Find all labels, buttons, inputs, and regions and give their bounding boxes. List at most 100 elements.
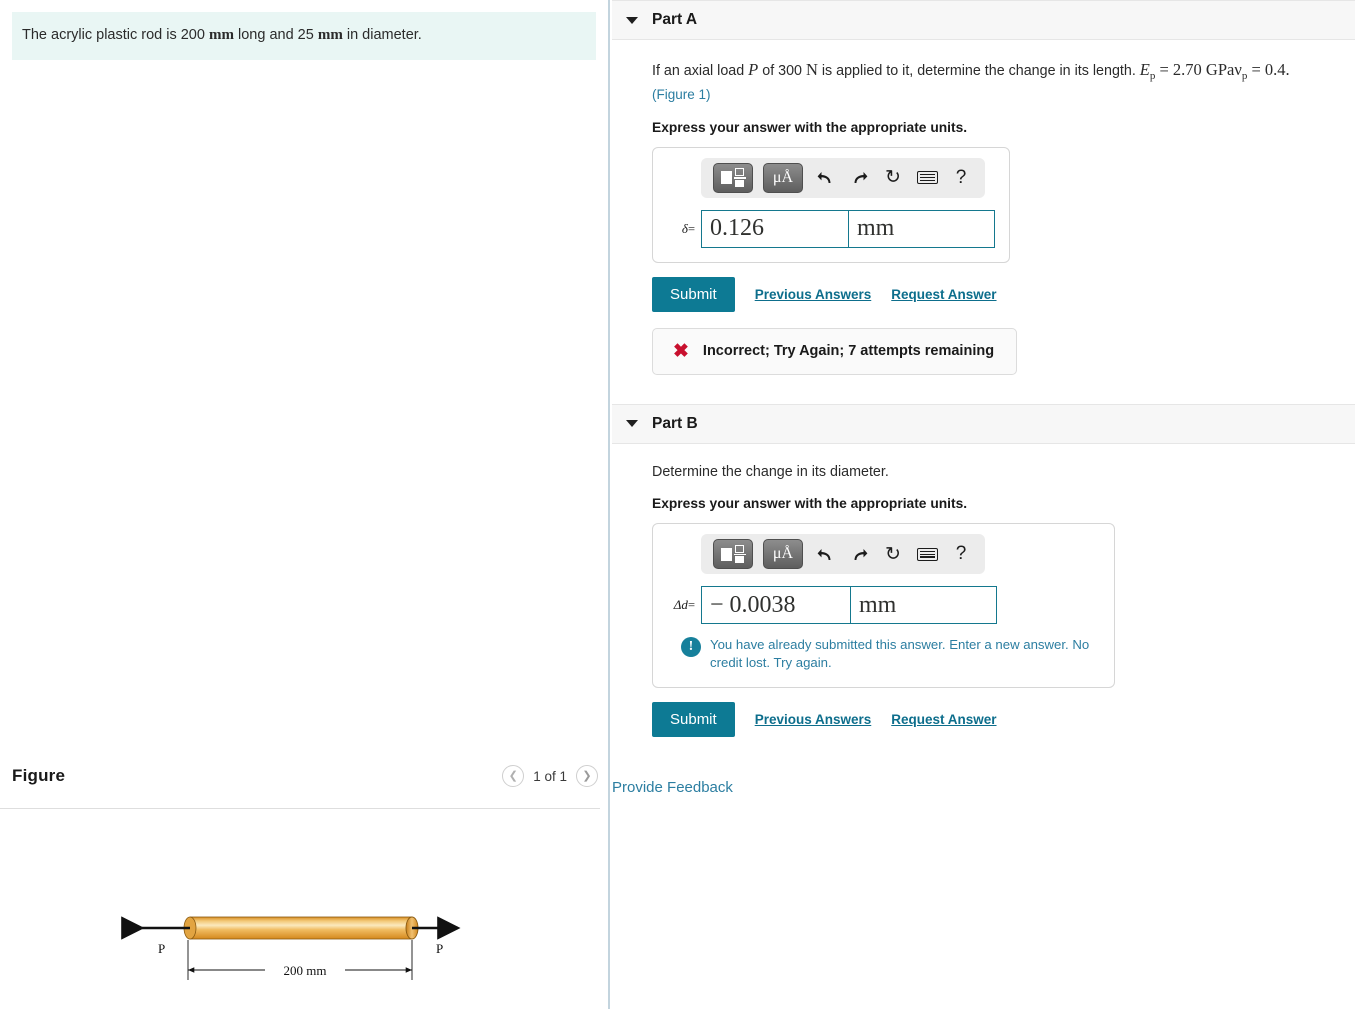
part-b-resubmit-note: ! You have already submitted this answer… <box>667 636 1100 672</box>
part-a-answer-input[interactable]: 0.126 <box>701 209 849 248</box>
part-b-submit-button[interactable]: Submit <box>652 701 735 737</box>
figure-navigation: ❮ 1 of 1 ❯ <box>502 765 598 787</box>
figure-1-link[interactable]: (Figure 1) <box>652 87 711 102</box>
undo-button[interactable] <box>813 541 837 567</box>
intro-text-part2: long and 25 <box>233 27 318 43</box>
part-b-previous-answers-link[interactable]: Previous Answers <box>755 712 872 727</box>
help-button[interactable]: ? <box>949 165 973 191</box>
units-button[interactable]: μÅ <box>763 539 803 570</box>
note-line-1: You have already submitted this answer. … <box>710 637 1069 653</box>
figure-prev-button[interactable]: ❮ <box>502 765 525 787</box>
part-a-math-toolbar: μÅ ↻ ? <box>701 157 985 198</box>
part-a-previous-answers-link[interactable]: Previous Answers <box>755 287 872 302</box>
intro-text-part1: The acrylic plastic rod is 200 <box>22 27 209 43</box>
part-a-express-instruction: Express your answer with the appropriate… <box>652 119 968 135</box>
redo-button[interactable] <box>847 165 871 191</box>
keyboard-button[interactable] <box>915 541 939 567</box>
left-panel: The acrylic plastic rod is 200 mm long a… <box>0 0 610 1009</box>
part-a-answer-box: μÅ ↻ ? δ= 0.126 mm <box>652 146 1010 263</box>
part-b-answer-symbol: Δd <box>673 597 688 613</box>
fraction-template-icon <box>720 544 746 564</box>
symbol-E: E <box>1139 60 1150 79</box>
figure-counter: 1 of 1 <box>533 768 567 784</box>
refresh-icon: ↻ <box>885 543 901 565</box>
redo-button[interactable] <box>847 541 871 567</box>
collapse-caret-icon[interactable] <box>626 16 638 24</box>
part-b-answer-label: Δd= <box>667 597 695 613</box>
undo-arrow-icon <box>817 172 830 184</box>
question-text-mid: of 300 <box>758 63 806 79</box>
part-a-body: If an axial load P of 300 N is applied t… <box>612 40 1355 375</box>
math-template-button[interactable] <box>713 539 753 570</box>
part-a-question: If an axial load P of 300 N is applied t… <box>652 58 1342 106</box>
unit-N: N <box>805 60 818 79</box>
problem-page: The acrylic plastic rod is 200 mm long a… <box>0 0 1355 1009</box>
part-a-verdict-banner: ✖ Incorrect; Try Again; 7 attempts remai… <box>652 327 1018 375</box>
intro-unit-mm-diameter: mm <box>317 27 343 43</box>
part-b-answer-input[interactable]: − 0.0038 <box>701 586 851 625</box>
part-a-request-answer-link[interactable]: Request Answer <box>891 287 996 302</box>
poisson-value: = 0.4. <box>1247 60 1290 79</box>
part-a-header[interactable]: Part A <box>612 0 1355 40</box>
micro-angstrom-icon: μÅ <box>772 545 794 563</box>
part-b-note-text: You have already submitted this answer. … <box>710 636 1100 672</box>
reset-button[interactable]: ↻ <box>881 165 905 191</box>
figure-diagram: P P 200 mm <box>0 830 610 1005</box>
question-text-post: is applied to it, determine the change i… <box>817 63 1140 79</box>
part-a-equals-sign: = <box>687 221 695 236</box>
chevron-right-icon: ❯ <box>582 769 592 782</box>
part-b-submit-row: Submit Previous Answers Request Answer <box>652 701 1355 737</box>
right-panel: Part A If an axial load P of 300 N is ap… <box>612 0 1355 1009</box>
modulus-value: = 2.70 GPa <box>1155 60 1235 79</box>
figure-divider <box>0 808 600 809</box>
keyboard-icon <box>916 547 938 561</box>
figure-next-button[interactable]: ❯ <box>576 765 598 787</box>
refresh-icon: ↻ <box>885 167 901 189</box>
collapse-caret-icon[interactable] <box>626 420 638 428</box>
part-b-equals-sign: = <box>687 598 695 613</box>
part-a-title: Part A <box>652 11 698 28</box>
left-load-label: P <box>158 941 165 956</box>
figure-title: Figure <box>12 766 66 785</box>
redo-arrow-icon <box>854 172 867 184</box>
undo-button[interactable] <box>813 165 837 191</box>
question-mark-icon: ? <box>955 543 967 565</box>
part-a-answer-label: δ= <box>667 221 695 237</box>
micro-angstrom-icon: μÅ <box>772 168 794 186</box>
reset-button[interactable]: ↻ <box>881 541 905 567</box>
part-a-submit-button[interactable]: Submit <box>652 276 735 312</box>
redo-arrow-icon <box>854 548 867 560</box>
help-button[interactable]: ? <box>949 541 973 567</box>
chevron-left-icon: ❮ <box>508 769 518 782</box>
part-a-unit-input[interactable]: mm <box>849 209 995 248</box>
rod-diagram-svg: P P 200 mm <box>121 916 461 980</box>
part-b-title: Part B <box>652 414 698 432</box>
part-a-answer-row: δ= 0.126 mm <box>667 209 995 248</box>
part-a-submit-row: Submit Previous Answers Request Answer <box>652 276 1355 312</box>
info-exclamation-icon: ! <box>681 637 701 658</box>
symbol-P: P <box>748 60 759 79</box>
part-b-answer-box: μÅ ↻ ? Δd= − 0.0038 mm ! You have alread… <box>652 523 1115 688</box>
part-a-verdict-text: Incorrect; Try Again; 7 attempts remaini… <box>702 343 995 360</box>
intro-text-part3: in diameter. <box>342 27 422 43</box>
intro-unit-mm-length: mm <box>208 27 234 43</box>
part-b-body: Determine the change in its diameter. Ex… <box>612 444 1355 797</box>
question-text-pre: If an axial load <box>652 63 749 79</box>
part-b-request-answer-link[interactable]: Request Answer <box>891 712 996 727</box>
part-b-answer-row: Δd= − 0.0038 mm <box>667 586 1100 625</box>
footer-area: Provide Feedback <box>612 779 1355 797</box>
figure-header: Figure ❮ 1 of 1 ❯ <box>0 765 610 787</box>
units-button[interactable]: μÅ <box>763 162 803 193</box>
keyboard-icon <box>916 171 938 185</box>
part-b-express-instruction: Express your answer with the appropriate… <box>652 496 968 512</box>
x-mark-icon: ✖ <box>673 340 689 362</box>
fraction-template-icon <box>720 168 746 187</box>
question-mark-icon: ? <box>955 166 967 188</box>
provide-feedback-link[interactable]: Provide Feedback <box>612 779 733 796</box>
undo-arrow-icon <box>817 548 830 560</box>
part-b-unit-input[interactable]: mm <box>851 586 997 625</box>
problem-statement-banner: The acrylic plastic rod is 200 mm long a… <box>12 12 596 60</box>
part-b-header[interactable]: Part B <box>612 403 1355 444</box>
math-template-button[interactable] <box>713 162 753 193</box>
keyboard-button[interactable] <box>915 165 939 191</box>
